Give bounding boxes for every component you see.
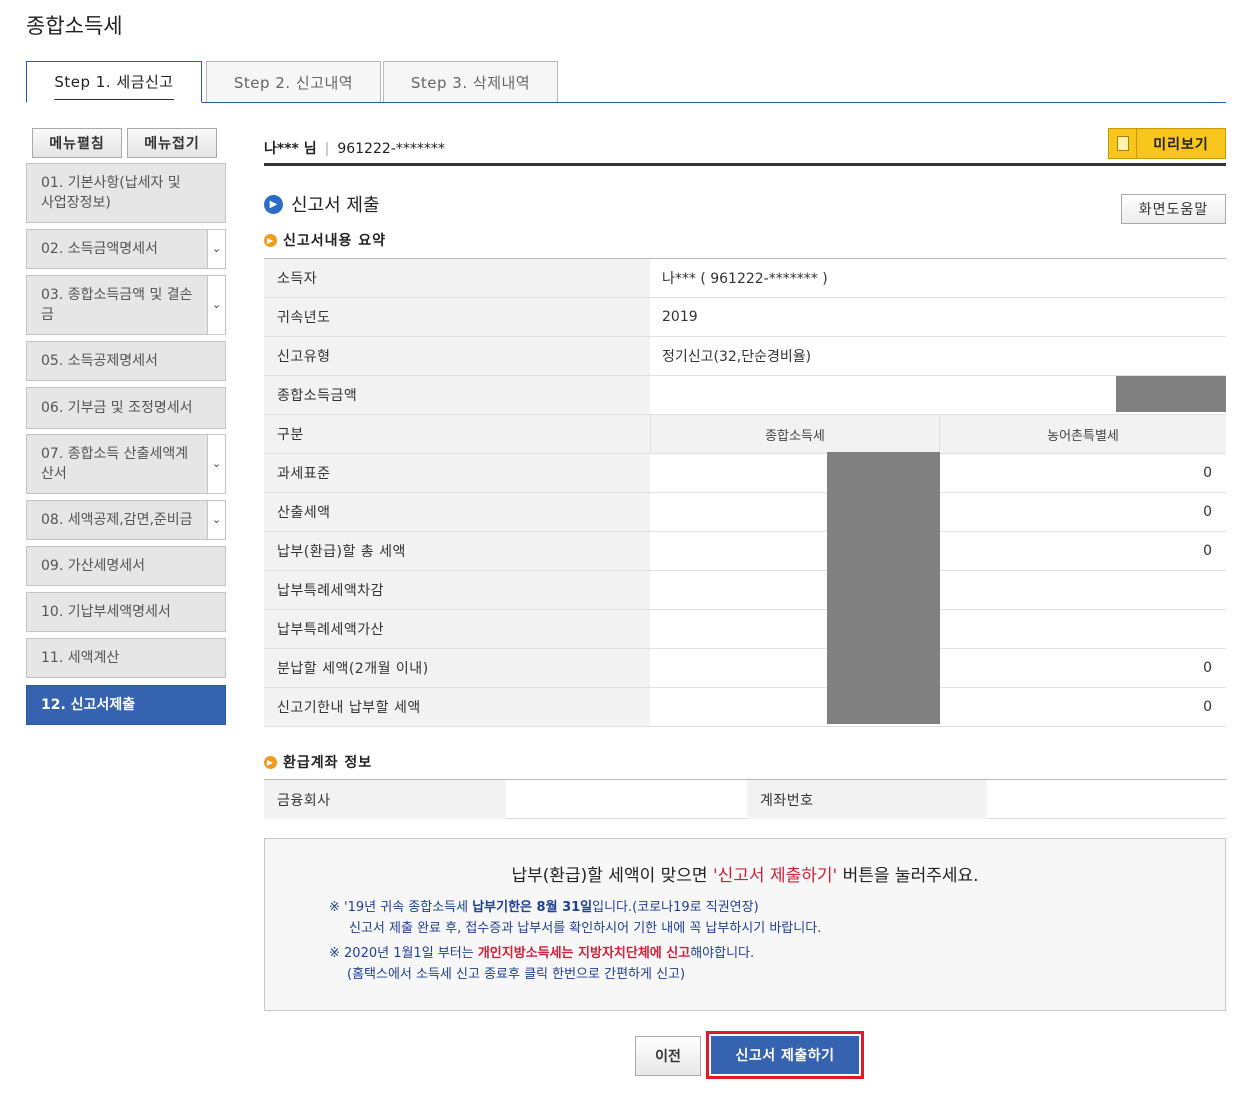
- user-bar: 나*** 님 | 961222-******* 미리보기: [264, 128, 1226, 166]
- sidebar-item-submit[interactable]: 12. 신고서제출: [26, 685, 226, 725]
- sidebar-item-tax-calc-sheet[interactable]: 07. 종합소득 산출세액계산서 ⌄: [26, 434, 226, 494]
- chevron-down-icon[interactable]: ⌄: [207, 435, 225, 493]
- sidebar-item-penalty[interactable]: 09. 가산세명세서: [26, 546, 226, 586]
- notice-deadline: ※ '19년 귀속 종합소득세 납부기한은 8월 31일입니다.(코로나19로 …: [329, 900, 822, 936]
- table-row: 귀속년도 2019: [264, 298, 1226, 337]
- sidebar-item-income-statement[interactable]: 02. 소득금액명세서 ⌄: [26, 229, 226, 269]
- tab-step3[interactable]: Step 3. 삭제내역: [383, 61, 558, 102]
- section-title: ▶ 신고서 제출: [264, 191, 380, 217]
- table-row: 과세표준 0: [264, 454, 1226, 493]
- table-row: 납부(환급)할 총 세액 0: [264, 532, 1226, 571]
- notice-main: 납부(환급)할 세액이 맞으면 '신고서 제출하기' 버튼을 눌러주세요.: [511, 866, 979, 886]
- submit-highlight: 신고서 제출하기: [706, 1031, 864, 1079]
- tab-step2[interactable]: Step 2. 신고내역: [206, 61, 381, 102]
- notice-box: 납부(환급)할 세액이 맞으면 '신고서 제출하기' 버튼을 눌러주세요. ※ …: [264, 838, 1226, 1011]
- table-row: 소득자 나*** ( 961222-******* ): [264, 259, 1226, 298]
- preview-button[interactable]: 미리보기: [1108, 128, 1226, 159]
- document-icon: [1109, 129, 1137, 158]
- help-button[interactable]: 화면도움말: [1121, 194, 1226, 224]
- tab-step1[interactable]: Step 1. 세금신고: [26, 61, 202, 103]
- sidebar-item-prepaid[interactable]: 10. 기납부세액명세서: [26, 592, 226, 632]
- sidebar-item-total-income[interactable]: 03. 종합소득금액 및 결손금 ⌄: [26, 275, 226, 335]
- user-id: 961222-*******: [337, 141, 445, 157]
- user-name: 나*** 님: [264, 141, 317, 157]
- summary-title: ▶ 신고서내용 요약: [264, 230, 386, 250]
- chevron-down-icon[interactable]: ⌄: [207, 276, 225, 334]
- step-tabs: Step 1. 세금신고 Step 2. 신고내역 Step 3. 삭제내역: [26, 61, 1226, 103]
- arrow-right-icon: ▶: [264, 755, 277, 769]
- table-row: 분납할 세액(2개월 이내) 0: [264, 649, 1226, 688]
- notice-local-tax: ※ 2020년 1월1일 부터는 개인지방소득세는 지방자치단체에 신고해야합니…: [329, 946, 755, 982]
- sidebar-item-tax-calc[interactable]: 11. 세액계산: [26, 638, 226, 678]
- user-info: 나*** 님 | 961222-*******: [264, 141, 445, 157]
- table-row: 산출세액 0: [264, 493, 1226, 532]
- table-row: 신고기한내 납부할 세액 0: [264, 688, 1226, 727]
- table-header-row: 구분 종합소득세 농어촌특별세: [264, 415, 1226, 454]
- sidebar: 메뉴펼침 메뉴접기: [26, 128, 226, 161]
- sidebar-item-tax-credit[interactable]: 08. 세액공제,감면,준비금 ⌄: [26, 500, 226, 540]
- chevron-down-icon[interactable]: ⌄: [207, 501, 225, 539]
- redacted-block: [827, 452, 940, 724]
- redacted-block: [1116, 376, 1226, 412]
- prev-button[interactable]: 이전: [635, 1036, 701, 1076]
- table-row: 종합소득금액: [264, 376, 1226, 415]
- sidebar-item-basic-info[interactable]: 01. 기본사항(납세자 및 사업장정보): [26, 163, 226, 223]
- menu-expand-button[interactable]: 메뉴펼침: [32, 128, 122, 158]
- arrow-right-icon: ▶: [264, 194, 283, 214]
- table-row: 납부특례세액차감: [264, 571, 1226, 610]
- refund-title: ▶ 환급계좌 정보: [264, 752, 372, 772]
- refund-table: 금융회사 계좌번호: [264, 779, 1226, 819]
- menu-collapse-button[interactable]: 메뉴접기: [127, 128, 217, 158]
- submit-button[interactable]: 신고서 제출하기: [711, 1036, 859, 1074]
- table-row: 납부특례세액가산: [264, 610, 1226, 649]
- sidebar-item-donation[interactable]: 06. 기부금 및 조정명세서: [26, 387, 226, 429]
- table-row: 신고유형 정기신고(32,단순경비율): [264, 337, 1226, 376]
- chevron-down-icon[interactable]: ⌄: [207, 230, 225, 268]
- page-title: 종합소득세: [26, 14, 123, 38]
- summary-table: 소득자 나*** ( 961222-******* ) 귀속년도 2019 신고…: [264, 258, 1226, 727]
- sidebar-item-deduction[interactable]: 05. 소득공제명세서: [26, 341, 226, 381]
- arrow-right-icon: ▶: [264, 233, 277, 247]
